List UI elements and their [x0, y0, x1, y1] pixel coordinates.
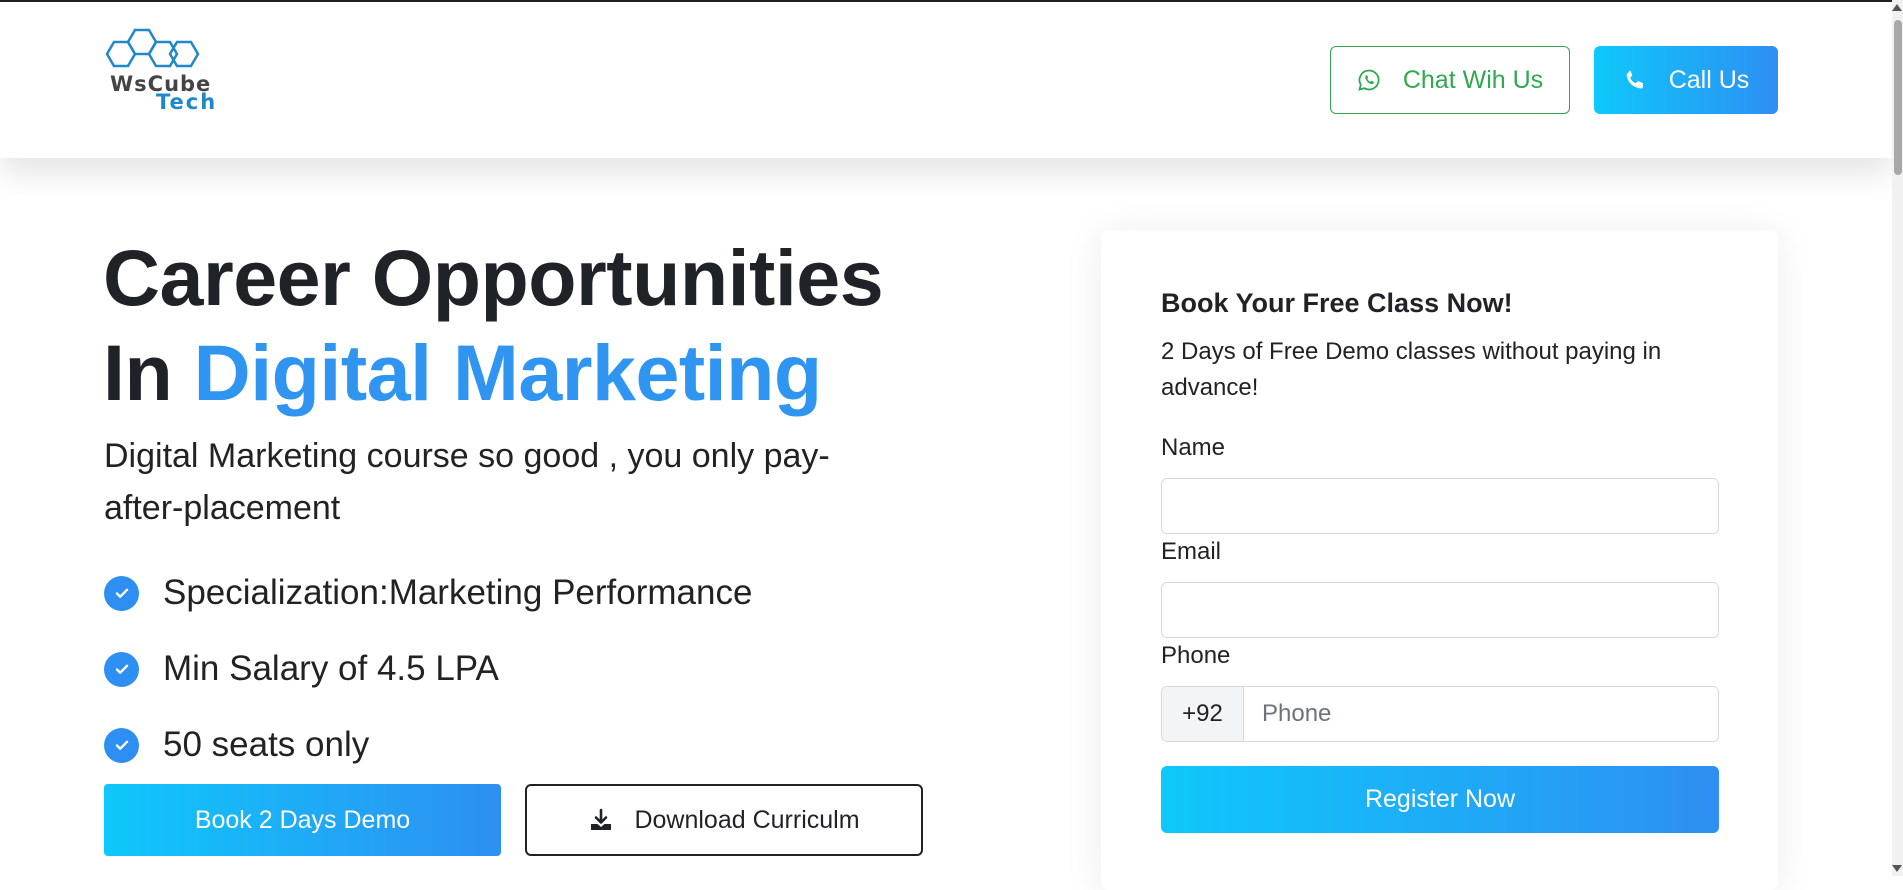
download-icon	[591, 808, 612, 830]
check-circle-icon	[104, 727, 139, 763]
phone-country-code[interactable]: +92	[1162, 687, 1244, 741]
logo-wordmark-bottom: Tech	[156, 90, 218, 114]
hero-title-prefix: In	[103, 328, 173, 417]
chat-button-label: Chat Wih Us	[1402, 65, 1544, 94]
call-button-label: Call Us	[1668, 65, 1750, 94]
feature-item: Specialization:Marketing Performance	[104, 555, 864, 631]
feature-text: 50 seats only	[163, 725, 370, 764]
email-field[interactable]	[1161, 582, 1719, 638]
feature-list: Specialization:Marketing Performance Min…	[104, 555, 864, 783]
register-now-button[interactable]: Register Now	[1161, 766, 1719, 833]
whatsapp-icon	[1358, 69, 1380, 91]
check-circle-icon	[104, 651, 139, 687]
hero-title-accent: Digital Marketing	[193, 328, 822, 417]
check-circle-icon	[104, 575, 139, 611]
form-title: Book Your Free Class Now!	[1161, 288, 1513, 318]
scroll-up-arrow-icon[interactable]	[1892, 4, 1902, 11]
book-demo-button[interactable]: Book 2 Days Demo	[104, 784, 501, 856]
name-label: Name	[1161, 434, 1226, 461]
chat-with-us-button[interactable]: Chat Wih Us	[1330, 46, 1570, 114]
phone-label: Phone	[1161, 642, 1231, 669]
site-logo[interactable]: WsCube Tech	[104, 28, 229, 114]
free-class-form-card: Book Your Free Class Now! 2 Days of Free…	[1101, 230, 1778, 890]
hero-title: Career Opportunities In Digital Marketin…	[103, 230, 923, 420]
download-curriculum-button[interactable]: Download Curriculm	[525, 784, 923, 856]
phone-field-group: +92	[1161, 686, 1719, 742]
feature-text: Specialization:Marketing Performance	[163, 573, 753, 612]
call-us-button[interactable]: Call Us	[1594, 46, 1778, 114]
page-scrollbar[interactable]	[1892, 0, 1903, 876]
phone-field[interactable]	[1244, 687, 1718, 741]
feature-item: Min Salary of 4.5 LPA	[104, 631, 864, 707]
hero-title-line1: Career Opportunities	[103, 233, 884, 322]
form-subtitle: 2 Days of Free Demo classes without payi…	[1161, 338, 1662, 401]
name-field[interactable]	[1161, 478, 1719, 534]
site-header: WsCube Tech Chat Wih Us Call Us	[0, 2, 1892, 158]
phone-icon	[1626, 70, 1643, 89]
feature-text: Min Salary of 4.5 LPA	[163, 649, 499, 688]
feature-item: 50 seats only	[104, 707, 864, 783]
scrollbar-thumb[interactable]	[1894, 20, 1902, 175]
scroll-down-arrow-icon[interactable]	[1892, 865, 1902, 872]
hero-subtitle: Digital Marketing course so good , you o…	[104, 437, 830, 527]
email-label: Email	[1161, 538, 1222, 565]
download-curriculum-label: Download Curriculm	[634, 805, 860, 834]
